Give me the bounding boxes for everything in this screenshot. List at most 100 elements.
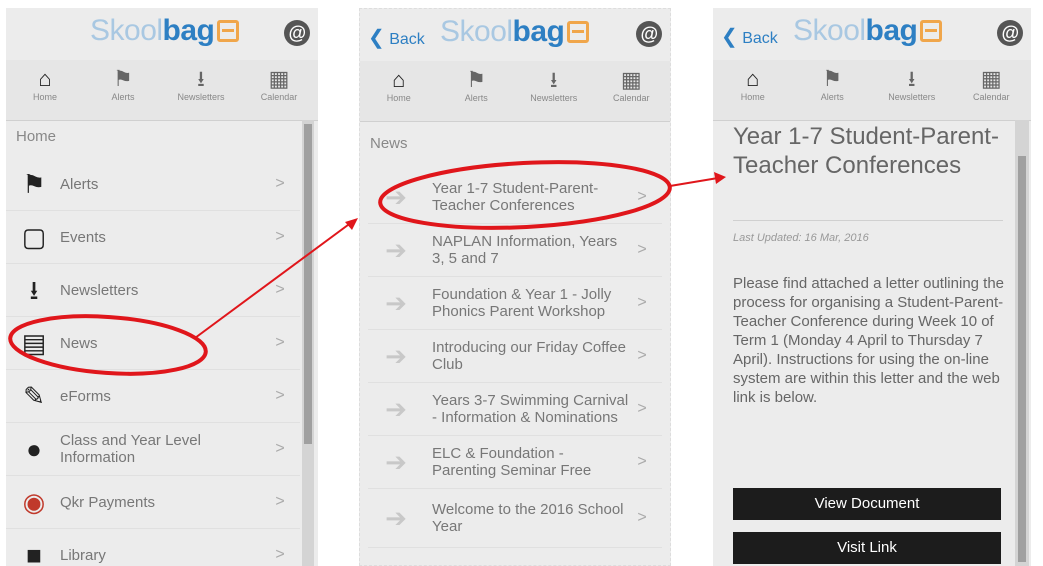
article-body: Please find attached a letter outlining … [733,275,1005,406]
news-item[interactable]: ➔ Foundation & Year 1 - Jolly Phonics Pa… [368,277,662,330]
last-updated: Last Updated: 16 Mar, 2016 [733,232,869,244]
chevron-right-icon: > [275,175,285,192]
arrow-right-icon: ➔ [385,502,407,533]
scrollbar[interactable] [1015,120,1029,566]
chevron-right-icon: > [637,509,647,526]
flag-icon: ⚑ [113,66,133,91]
visit-link-button[interactable]: Visit Link [733,532,1001,564]
form-icon: ✎ [23,381,45,411]
calendar-icon: ▦ [620,67,642,92]
inbox-icon: ⭳ [549,67,558,92]
chevron-right-icon: > [275,493,285,510]
chevron-right-icon: > [637,241,647,258]
book-icon: ■ [26,540,42,566]
skoolbag-logo: Skoolbag [793,14,943,48]
news-item[interactable]: ➔ Years 3-7 Swimming Carnival - Informat… [368,383,662,436]
calendar-icon: ▦ [268,66,290,91]
flag-icon: ⚑ [466,67,487,92]
arrow-right-icon: ➔ [385,340,407,371]
inbox-icon: ⭳ [197,66,205,91]
chevron-right-icon: > [275,228,285,245]
chevron-right-icon: > [637,347,647,364]
arrow-right-icon: ➔ [385,446,407,477]
bag-icon [920,20,943,42]
chevron-right-icon: > [637,453,647,470]
chevron-right-icon: > [275,440,285,457]
tab-alerts[interactable]: ⚑ Alerts [84,60,162,120]
divider [733,220,1003,221]
section-header: Home [16,128,57,145]
bottom-toolbar: ⌂ Home ⚑ Alerts ⭳ Newsletters ▦ Calendar [360,61,670,122]
arrow-right-icon: ➔ [385,234,407,265]
arrow-line-2 [669,177,719,187]
chevron-left-icon: ❮ [721,26,738,48]
calendar-icon: ▦ [980,66,1002,91]
sync-icon[interactable]: @ [636,21,662,47]
apple-icon: ● [26,434,42,464]
inbox-icon: ⭳ [29,275,39,305]
inbox-icon: ⭳ [907,66,916,91]
bag-icon [217,20,240,42]
menu-item-qkr-payments[interactable]: ◉ Qkr Payments > [6,476,300,529]
scrollbar-thumb[interactable] [304,124,312,444]
arrow-right-icon: ➔ [385,393,407,424]
header: ❮ Back Skoolbag @ [360,9,670,57]
tab-newsletters[interactable]: ⭳ Newsletters [515,61,593,121]
tab-calendar[interactable]: ▦ Calendar [593,61,671,121]
menu-item-class-info[interactable]: ● Class and Year Level Information > [6,423,300,476]
chevron-right-icon: > [637,400,647,417]
news-item[interactable]: ➔ Welcome to the 2016 School Year > [368,489,662,548]
chevron-right-icon: > [275,546,285,563]
bottom-toolbar: ⌂ Home ⚑ Alerts ⭳ Newsletters ▦ Calendar [713,60,1031,121]
newspaper-icon: ▤ [21,328,47,358]
chevron-right-icon: > [275,281,285,298]
chevron-right-icon: > [275,334,285,351]
news-item[interactable]: ➔ NAPLAN Information, Years 3, 5 and 7 > [368,224,662,277]
home-icon: ⌂ [38,66,52,91]
menu-item-alerts[interactable]: ⚑ Alerts > [6,158,300,211]
back-button[interactable]: ❮ Back [368,25,425,50]
tab-calendar[interactable]: ▦ Calendar [952,60,1032,120]
tab-newsletters[interactable]: ⭳ Newsletters [872,60,952,120]
scrollbar-thumb[interactable] [1018,156,1026,562]
menu-screen: Skoolbag @ ⌂ Home ⚑ Alerts ⭳ Newsletters ▦ C… [6,8,318,566]
tab-newsletters[interactable]: ⭳ Newsletters [162,60,240,120]
header: Skoolbag @ [6,8,318,56]
news-item[interactable]: ➔ Introducing our Friday Coffee Club > [368,330,662,383]
bag-icon [567,21,590,43]
header: ❮ Back Skoolbag @ [713,8,1031,56]
home-icon: ⌂ [392,67,406,92]
news-item[interactable]: ➔ Year 1-7 Student-Parent-Teacher Confer… [368,171,662,224]
arrow-head-1 [345,218,358,230]
scrollbar[interactable] [302,120,314,566]
menu-item-eforms[interactable]: ✎ eForms > [6,370,300,423]
back-button[interactable]: ❮ Back [721,24,778,49]
bottom-toolbar: ⌂ Home ⚑ Alerts ⭳ Newsletters ▦ Calendar [6,60,318,121]
menu-item-news[interactable]: ▤ News > [6,317,300,370]
skoolbag-logo: Skoolbag [440,15,590,49]
section-header: News [370,135,408,152]
view-document-button[interactable]: View Document [733,488,1001,520]
calendar-icon: ▢ [21,222,47,252]
tab-home[interactable]: ⌂ Home [360,61,438,121]
menu-item-events[interactable]: ▢ Events > [6,211,300,264]
tab-home[interactable]: ⌂ Home [713,60,793,120]
news-list-screen: ❮ Back Skoolbag @ ⌂ Home ⚑ Alerts ⭳ Newslet… [359,8,671,566]
sync-icon[interactable]: @ [997,20,1023,46]
article-title: Year 1-7 Student-Parent-Teacher Conferen… [733,123,999,179]
news-item[interactable]: ➔ ELC & Foundation - Parenting Seminar F… [368,436,662,489]
arrow-right-icon: ➔ [385,181,407,212]
chevron-right-icon: > [637,188,647,205]
chevron-right-icon: > [275,387,285,404]
tab-home[interactable]: ⌂ Home [6,60,84,120]
tab-calendar[interactable]: ▦ Calendar [240,60,318,120]
menu-item-newsletters[interactable]: ⭳ Newsletters > [6,264,300,317]
home-icon: ⌂ [746,66,760,91]
sync-icon[interactable]: @ [284,20,310,46]
skoolbag-logo: Skoolbag [90,14,240,48]
tab-alerts[interactable]: ⚑ Alerts [793,60,873,120]
menu-item-library[interactable]: ■ Library > [6,529,300,566]
arrow-right-icon: ➔ [385,287,407,318]
tab-alerts[interactable]: ⚑ Alerts [438,61,516,121]
flag-icon: ⚑ [822,66,843,91]
